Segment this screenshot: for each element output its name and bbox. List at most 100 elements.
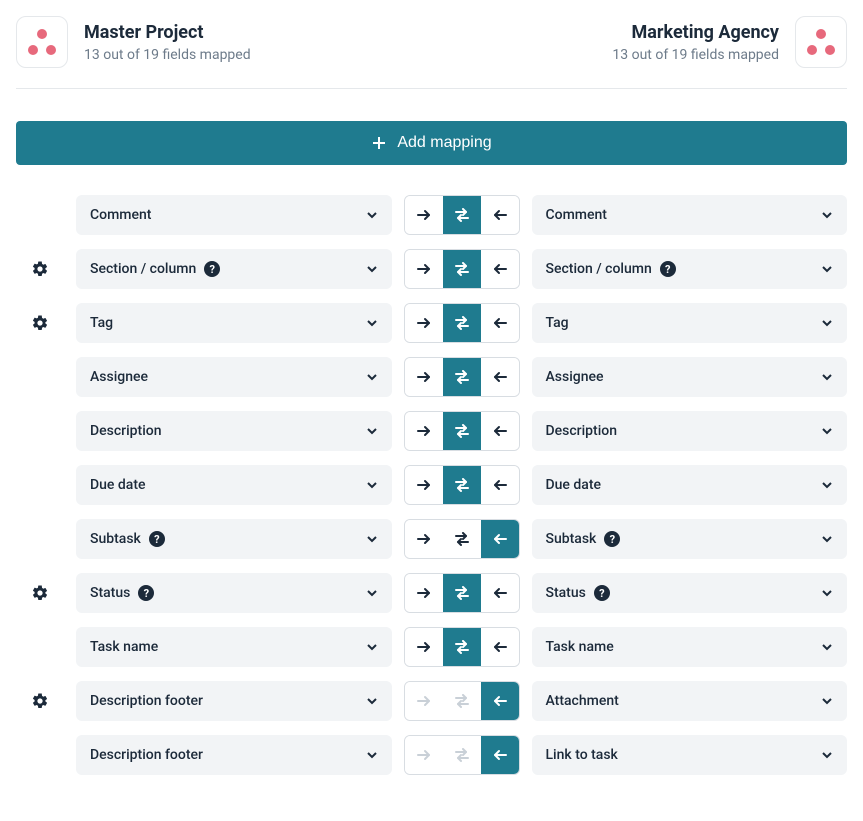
direction-right-button[interactable]	[405, 196, 443, 234]
mapping-row: Description Description	[16, 411, 847, 451]
chevron-down-icon	[821, 209, 833, 221]
direction-right-button[interactable]	[405, 358, 443, 396]
left-project-title: Master Project	[84, 22, 251, 43]
mapping-row: Subtask? Subtask?	[16, 519, 847, 559]
direction-bidi-button[interactable]	[443, 628, 481, 666]
right-field-select[interactable]: Tag	[532, 303, 848, 343]
left-field-label: Description	[90, 423, 162, 439]
direction-left-button[interactable]	[481, 682, 519, 720]
direction-left-button[interactable]	[481, 358, 519, 396]
direction-bidi-button[interactable]	[443, 358, 481, 396]
left-field-select[interactable]: Due date	[76, 465, 392, 505]
direction-bidi-button	[443, 682, 481, 720]
help-icon[interactable]: ?	[149, 531, 165, 547]
left-field-label: Description footer	[90, 693, 203, 709]
direction-group	[404, 735, 520, 775]
direction-bidi-button[interactable]	[443, 574, 481, 612]
mapping-row: Due date Due date	[16, 465, 847, 505]
direction-bidi-button[interactable]	[443, 304, 481, 342]
direction-right-button[interactable]	[405, 628, 443, 666]
left-field-label: Assignee	[90, 369, 148, 385]
gear-icon[interactable]	[16, 314, 64, 332]
right-field-label: Task name	[546, 639, 614, 655]
direction-left-button[interactable]	[481, 628, 519, 666]
mapping-row: Status?Status?	[16, 573, 847, 613]
right-project-title: Marketing Agency	[612, 22, 779, 43]
left-field-select[interactable]: Assignee	[76, 357, 392, 397]
left-field-select[interactable]: Tag	[76, 303, 392, 343]
direction-bidi-button[interactable]	[443, 520, 481, 558]
chevron-down-icon	[366, 317, 378, 329]
direction-right-button[interactable]	[405, 304, 443, 342]
direction-group	[404, 627, 520, 667]
right-field-select[interactable]: Attachment	[532, 681, 848, 721]
direction-bidi-button[interactable]	[443, 250, 481, 288]
direction-bidi-button[interactable]	[443, 196, 481, 234]
left-field-select[interactable]: Description footer	[76, 681, 392, 721]
direction-left-button[interactable]	[481, 196, 519, 234]
right-field-select[interactable]: Link to task	[532, 735, 848, 775]
right-field-select[interactable]: Due date	[532, 465, 848, 505]
help-icon[interactable]: ?	[204, 261, 220, 277]
left-field-select[interactable]: Section / column?	[76, 249, 392, 289]
direction-group	[404, 519, 520, 559]
right-field-select[interactable]: Description	[532, 411, 848, 451]
chevron-down-icon	[366, 263, 378, 275]
left-field-select[interactable]: Subtask?	[76, 519, 392, 559]
direction-left-button[interactable]	[481, 250, 519, 288]
direction-left-button[interactable]	[481, 736, 519, 774]
gear-icon[interactable]	[16, 692, 64, 710]
direction-right-button[interactable]	[405, 574, 443, 612]
direction-right-button[interactable]	[405, 466, 443, 504]
direction-left-button[interactable]	[481, 466, 519, 504]
help-icon[interactable]: ?	[594, 585, 610, 601]
left-field-select[interactable]: Task name	[76, 627, 392, 667]
gear-icon[interactable]	[16, 584, 64, 602]
direction-left-button[interactable]	[481, 304, 519, 342]
left-field-select[interactable]: Comment	[76, 195, 392, 235]
help-icon[interactable]: ?	[660, 261, 676, 277]
chevron-down-icon	[366, 749, 378, 761]
asana-icon	[16, 16, 68, 68]
direction-bidi-button[interactable]	[443, 412, 481, 450]
mapping-row: Tag Tag	[16, 303, 847, 343]
left-field-select[interactable]: Status?	[76, 573, 392, 613]
header: Master Project 13 out of 19 fields mappe…	[16, 16, 847, 89]
right-field-select[interactable]: Subtask?	[532, 519, 848, 559]
direction-bidi-button[interactable]	[443, 466, 481, 504]
help-icon[interactable]: ?	[138, 585, 154, 601]
direction-right-button[interactable]	[405, 250, 443, 288]
direction-right-button[interactable]	[405, 412, 443, 450]
left-field-select[interactable]: Description	[76, 411, 392, 451]
right-field-label: Due date	[546, 477, 602, 493]
right-field-select[interactable]: Task name	[532, 627, 848, 667]
chevron-down-icon	[366, 587, 378, 599]
chevron-down-icon	[821, 587, 833, 599]
gear-icon[interactable]	[16, 260, 64, 278]
direction-left-button[interactable]	[481, 520, 519, 558]
chevron-down-icon	[366, 209, 378, 221]
plus-icon	[371, 135, 387, 151]
chevron-down-icon	[821, 533, 833, 545]
left-project-sub: 13 out of 19 fields mapped	[84, 47, 251, 63]
direction-right-button	[405, 682, 443, 720]
right-field-select[interactable]: Assignee	[532, 357, 848, 397]
mapping-rows: Comment Comment Section / column? Section /…	[16, 195, 847, 805]
left-project-block: Master Project 13 out of 19 fields mappe…	[16, 16, 251, 68]
direction-bidi-button	[443, 736, 481, 774]
left-field-select[interactable]: Description footer	[76, 735, 392, 775]
direction-right-button[interactable]	[405, 520, 443, 558]
left-field-label: Status	[90, 585, 130, 601]
chevron-down-icon	[366, 425, 378, 437]
direction-group	[404, 465, 520, 505]
asana-icon	[795, 16, 847, 68]
help-icon[interactable]: ?	[604, 531, 620, 547]
mapping-row: Description footer Attachment	[16, 681, 847, 721]
add-mapping-button[interactable]: Add mapping	[16, 121, 847, 165]
direction-left-button[interactable]	[481, 412, 519, 450]
direction-left-button[interactable]	[481, 574, 519, 612]
right-field-select[interactable]: Comment	[532, 195, 848, 235]
direction-group	[404, 573, 520, 613]
right-field-select[interactable]: Status?	[532, 573, 848, 613]
right-field-select[interactable]: Section / column?	[532, 249, 848, 289]
